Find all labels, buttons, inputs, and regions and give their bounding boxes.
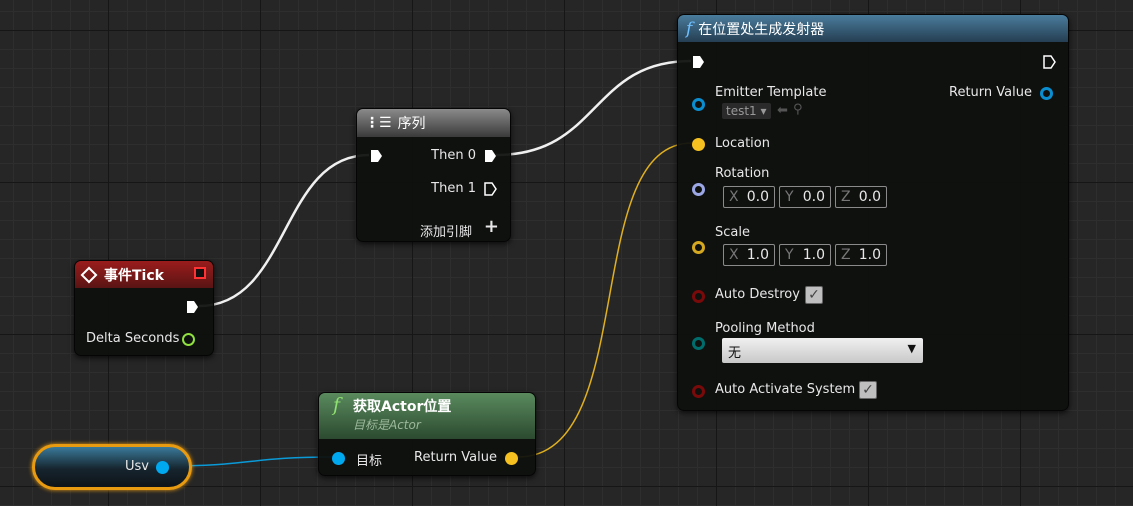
location-label: Location bbox=[715, 136, 770, 151]
event-diamond-icon bbox=[80, 266, 98, 283]
target-pin[interactable] bbox=[332, 452, 345, 465]
delta-seconds-pin[interactable] bbox=[182, 333, 195, 346]
scale-x-field[interactable]: X 1.0 bbox=[723, 244, 775, 266]
exec-wire-tick-to-sequence bbox=[198, 153, 370, 308]
pooling-method-pin[interactable] bbox=[692, 337, 705, 350]
rotation-y-field[interactable]: Y 0.0 bbox=[779, 186, 831, 208]
location-pin[interactable] bbox=[692, 138, 705, 151]
emitter-template-dropdown[interactable]: test1 ▾ bbox=[722, 103, 771, 119]
axis-label: Z bbox=[841, 189, 851, 205]
rotation-label: Rotation bbox=[715, 166, 770, 181]
scale-pin[interactable] bbox=[692, 241, 705, 254]
axis-label: X bbox=[729, 247, 739, 263]
target-label: 目标 bbox=[356, 454, 383, 469]
pooling-method-value: 无 bbox=[728, 346, 742, 361]
then-1-pin[interactable] bbox=[484, 182, 497, 196]
rotation-z-field[interactable]: Z 0.0 bbox=[835, 186, 887, 208]
exec-in-pin[interactable] bbox=[692, 55, 705, 69]
object-wire-usv-to-target bbox=[167, 456, 334, 467]
pooling-method-label: Pooling Method bbox=[715, 321, 815, 336]
axis-label: Z bbox=[841, 247, 851, 263]
delta-seconds-label: Delta Seconds bbox=[86, 331, 180, 346]
pooling-method-dropdown[interactable]: 无 ▼ bbox=[722, 338, 923, 363]
return-value-label: Return Value bbox=[414, 450, 497, 465]
then-0-pin[interactable] bbox=[484, 149, 497, 163]
exec-in-pin[interactable] bbox=[370, 149, 383, 163]
auto-activate-pin[interactable] bbox=[692, 385, 705, 398]
scale-vector-input: X 1.0 Y 1.0 Z 1.0 bbox=[723, 244, 887, 266]
get-actor-location-header: f 获取Actor位置 目标是Actor bbox=[319, 393, 535, 439]
auto-activate-label: Auto Activate System bbox=[715, 382, 856, 397]
axis-value: 1.0 bbox=[746, 247, 769, 263]
event-tick-header: 事件Tick bbox=[75, 261, 213, 288]
exec-out-pin[interactable] bbox=[186, 300, 199, 314]
get-actor-location-node[interactable]: f 获取Actor位置 目标是Actor 目标 Return Value bbox=[318, 392, 536, 476]
scale-label: Scale bbox=[715, 225, 750, 240]
sequence-title: 序列 bbox=[397, 116, 426, 132]
axis-label: X bbox=[729, 189, 739, 205]
axis-value: 0.0 bbox=[858, 189, 881, 205]
use-selected-arrow-icon[interactable]: ⬅ bbox=[777, 103, 788, 118]
usv-output-pin[interactable] bbox=[156, 461, 169, 474]
event-tick-node[interactable]: 事件Tick Delta Seconds bbox=[74, 260, 214, 356]
emitter-template-value: test1 bbox=[726, 104, 757, 118]
get-actor-location-title: 获取Actor位置 bbox=[353, 399, 452, 415]
auto-destroy-checkbox[interactable]: ✓ bbox=[805, 286, 823, 304]
spawn-emitter-node[interactable]: f 在位置处生成发射器 Emitter Template test1 ▾ ⬅ ⚲… bbox=[677, 14, 1069, 411]
function-icon: f bbox=[333, 394, 341, 416]
browse-search-icon[interactable]: ⚲ bbox=[793, 102, 803, 117]
spawn-emitter-header: f 在位置处生成发射器 bbox=[678, 15, 1068, 42]
emitter-template-label: Emitter Template bbox=[715, 85, 827, 100]
auto-activate-checkbox[interactable]: ✓ bbox=[859, 381, 877, 399]
axis-label: Y bbox=[785, 189, 794, 205]
function-icon: f bbox=[686, 18, 693, 39]
return-value-label: Return Value bbox=[949, 85, 1032, 100]
add-pin-label[interactable]: 添加引脚 bbox=[420, 221, 472, 240]
rotation-x-field[interactable]: X 0.0 bbox=[723, 186, 775, 208]
return-value-pin[interactable] bbox=[505, 452, 518, 465]
axis-value: 1.0 bbox=[802, 247, 825, 263]
vector-wire-return-to-location bbox=[517, 142, 693, 458]
return-value-pin[interactable] bbox=[1040, 87, 1053, 100]
sequence-node[interactable]: ⋮☰ 序列 Then 0 Then 1 添加引脚 + bbox=[356, 108, 511, 242]
usv-variable-node[interactable]: Usv bbox=[32, 444, 192, 490]
spawn-emitter-title: 在位置处生成发射器 bbox=[698, 21, 825, 38]
then-1-label: Then 1 bbox=[431, 181, 476, 196]
scale-y-field[interactable]: Y 1.0 bbox=[779, 244, 831, 266]
axis-value: 0.0 bbox=[802, 189, 825, 205]
usv-variable-label: Usv bbox=[125, 459, 149, 474]
axis-value: 0.0 bbox=[746, 189, 769, 205]
axis-value: 1.0 bbox=[858, 247, 881, 263]
emitter-template-pin[interactable] bbox=[692, 98, 705, 111]
auto-destroy-pin[interactable] bbox=[692, 290, 705, 303]
chevron-down-icon: ▼ bbox=[907, 342, 916, 355]
rotation-vector-input: X 0.0 Y 0.0 Z 0.0 bbox=[723, 186, 887, 208]
then-0-label: Then 0 bbox=[431, 148, 476, 163]
get-actor-location-subtitle: 目标是Actor bbox=[353, 418, 421, 432]
event-tick-title: 事件Tick bbox=[104, 267, 164, 284]
exec-wire-sequence-to-spawn bbox=[495, 59, 692, 157]
add-pin-plus-icon[interactable]: + bbox=[484, 216, 499, 237]
axis-label: Y bbox=[785, 247, 794, 263]
rotation-pin[interactable] bbox=[692, 183, 705, 196]
exec-out-pin[interactable] bbox=[1043, 55, 1056, 69]
sequence-icon: ⋮☰ bbox=[365, 115, 392, 131]
scale-z-field[interactable]: Z 1.0 bbox=[835, 244, 887, 266]
sequence-header: ⋮☰ 序列 bbox=[357, 109, 510, 137]
auto-destroy-label: Auto Destroy bbox=[715, 287, 800, 302]
delegate-pin-icon[interactable] bbox=[194, 267, 206, 279]
